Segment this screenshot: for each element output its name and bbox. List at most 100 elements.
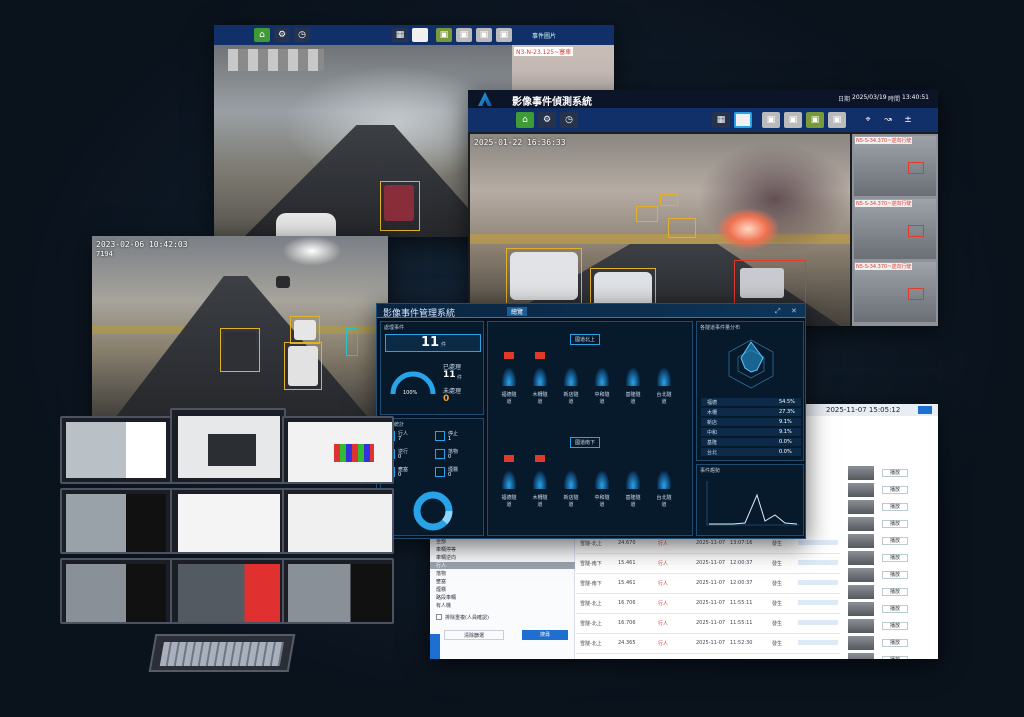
tunnel-icon[interactable]	[595, 368, 609, 386]
event-thumbnail[interactable]	[848, 483, 874, 497]
play-button[interactable]: 播放	[882, 503, 908, 511]
cam3-icon[interactable]: ▣	[476, 28, 492, 42]
tunnel-icon[interactable]	[595, 471, 609, 489]
grid-view-icon[interactable]: ▦	[392, 28, 408, 42]
play-button[interactable]: 播放	[882, 571, 908, 579]
single-view-icon[interactable]	[734, 112, 752, 128]
cell-km: 16.706	[618, 620, 636, 626]
thumb-column: 播放播放播放播放播放播放播放播放播放播放播放播放	[840, 416, 938, 659]
cell-time: 11:52:30	[730, 640, 753, 646]
event-thumbnail[interactable]	[848, 619, 874, 633]
sidebar-filter-item[interactable]: 有人機	[436, 602, 451, 609]
tunnel-icon[interactable]	[657, 471, 671, 489]
single-view-icon[interactable]	[412, 28, 428, 42]
clear-filter-button[interactable]: 清除篩選	[444, 630, 504, 640]
cell-type: 行人	[658, 561, 669, 567]
cam3-icon[interactable]: ▣	[806, 112, 824, 128]
tunnel-icon[interactable]	[564, 368, 578, 386]
cam4-icon[interactable]: ▣	[828, 112, 846, 128]
event-thumbnail[interactable]	[848, 653, 874, 659]
tunnel-icon[interactable]	[533, 471, 547, 489]
alert-box	[908, 288, 924, 300]
cell-date: 2025-11-07	[696, 600, 726, 606]
exclude-duplicates-checkbox[interactable]	[436, 614, 442, 620]
processed-unit: 件	[457, 375, 463, 381]
gear-icon[interactable]: ⚙	[538, 112, 556, 128]
event-thumbnail[interactable]: N5-S-34.370~逆向行駛	[854, 136, 936, 196]
cam2-icon[interactable]: ▣	[784, 112, 802, 128]
event-thumbnail[interactable]	[848, 602, 874, 616]
sidebar-filter-item[interactable]: 煙霧	[436, 586, 446, 593]
sidebar-filter-item[interactable]: 落物	[436, 570, 446, 577]
sidebar-filter-item[interactable]: 路段車輛	[436, 594, 456, 601]
tunnel-icon[interactable]	[626, 471, 640, 489]
thumbnail-label: N5-S-34.370~逆向行駛	[855, 200, 913, 207]
event-thumbnail[interactable]	[848, 636, 874, 650]
app-title: 影像事件偵測系統	[512, 97, 592, 108]
tunnel-icon[interactable]	[564, 471, 578, 489]
play-button[interactable]: 播放	[882, 486, 908, 494]
tunnel-icon[interactable]	[502, 368, 516, 386]
radar-title: 各隧道事件量分布	[700, 325, 741, 331]
cam2-icon[interactable]: ▣	[456, 28, 472, 42]
trend-panel: 事件趨勢	[696, 464, 804, 536]
sidebar-filter-item[interactable]: 全部	[436, 538, 446, 545]
event-thumbnail[interactable]	[848, 585, 874, 599]
home-icon[interactable]: ⌂	[516, 112, 534, 128]
dash-tab[interactable]: 總覽	[507, 307, 528, 316]
cam1-icon[interactable]: ▣	[762, 112, 780, 128]
expand-icon[interactable]: ⤢	[775, 307, 781, 316]
dist-name: 新店	[707, 420, 718, 426]
event-thumbnail[interactable]	[848, 534, 874, 548]
history-icon[interactable]: ◷	[560, 112, 578, 128]
sidebar-filter-item[interactable]: 車輛停等	[436, 546, 456, 553]
route-icon[interactable]: ↝	[880, 113, 896, 127]
stat-value: 0	[448, 454, 452, 460]
play-button[interactable]: 播放	[882, 622, 908, 630]
tunnel-icon[interactable]	[533, 368, 547, 386]
event-thumbnail[interactable]	[848, 466, 874, 480]
header-icon[interactable]	[918, 406, 932, 414]
history-icon[interactable]: ◷	[294, 28, 310, 42]
play-button[interactable]: 播放	[882, 605, 908, 613]
tunnel-icon[interactable]	[626, 368, 640, 386]
tunnel-icon[interactable]	[502, 471, 516, 489]
tunnel-feed-b: 2025-01-22 16:36:33	[470, 134, 850, 326]
radar-icon[interactable]: ⌖	[860, 113, 876, 127]
cell-status: 發生	[772, 621, 783, 627]
cam4-icon[interactable]: ▣	[496, 28, 512, 42]
event-thumbnail[interactable]: N5-S-34.370~逆向行駛	[854, 262, 936, 322]
tunnel-name: 福德隧道	[501, 495, 517, 508]
event-thumbnail[interactable]	[848, 551, 874, 565]
monitor-rig	[60, 408, 396, 672]
play-button[interactable]: 播放	[882, 469, 908, 477]
sidebar-filter-item[interactable]: 行人	[430, 562, 575, 569]
tunnel-panel: 國道北上 國道南下 福德隧道 木柵隧道 新店隧道 中和隧道 基隆隧道 台北隧道 福德隧道木…	[487, 321, 693, 536]
grid-view-icon[interactable]: ▦	[712, 112, 730, 128]
cell-loc: 雪隧-北上	[580, 641, 602, 647]
play-button[interactable]: 播放	[882, 554, 908, 562]
sidebar-filter-item[interactable]: 壅塞	[436, 578, 446, 585]
play-button[interactable]: 播放	[882, 588, 908, 596]
event-thumbnail[interactable]: N5-S-34.370~逆向行駛	[854, 199, 936, 259]
cell-date: 2025-11-07	[696, 540, 726, 546]
play-button[interactable]: 播放	[882, 520, 908, 528]
play-button[interactable]: 播放	[882, 639, 908, 647]
event-label-a: N3-N-23.125~塞車	[514, 47, 574, 56]
event-thumbnail[interactable]	[848, 568, 874, 582]
event-thumbnail[interactable]	[848, 517, 874, 531]
add-line-icon[interactable]: ±	[900, 113, 916, 127]
gear-icon[interactable]: ⚙	[274, 28, 290, 42]
close-icon[interactable]: ✕	[791, 307, 797, 315]
play-button[interactable]: 播放	[882, 537, 908, 545]
cam1-icon[interactable]: ▣	[436, 28, 452, 42]
tunnel-name: 福德隧道	[501, 392, 517, 405]
tunnel-icon[interactable]	[657, 368, 671, 386]
event-thumbnail[interactable]	[848, 500, 874, 514]
sidebar-filter-item[interactable]: 車輛逆向	[436, 554, 456, 561]
tunnel-name: 中和隧道	[594, 392, 610, 405]
home-icon[interactable]: ⌂	[254, 28, 270, 42]
trend-title: 事件趨勢	[700, 468, 721, 474]
play-button[interactable]: 播放	[882, 656, 908, 659]
search-button[interactable]: 搜尋	[522, 630, 568, 640]
